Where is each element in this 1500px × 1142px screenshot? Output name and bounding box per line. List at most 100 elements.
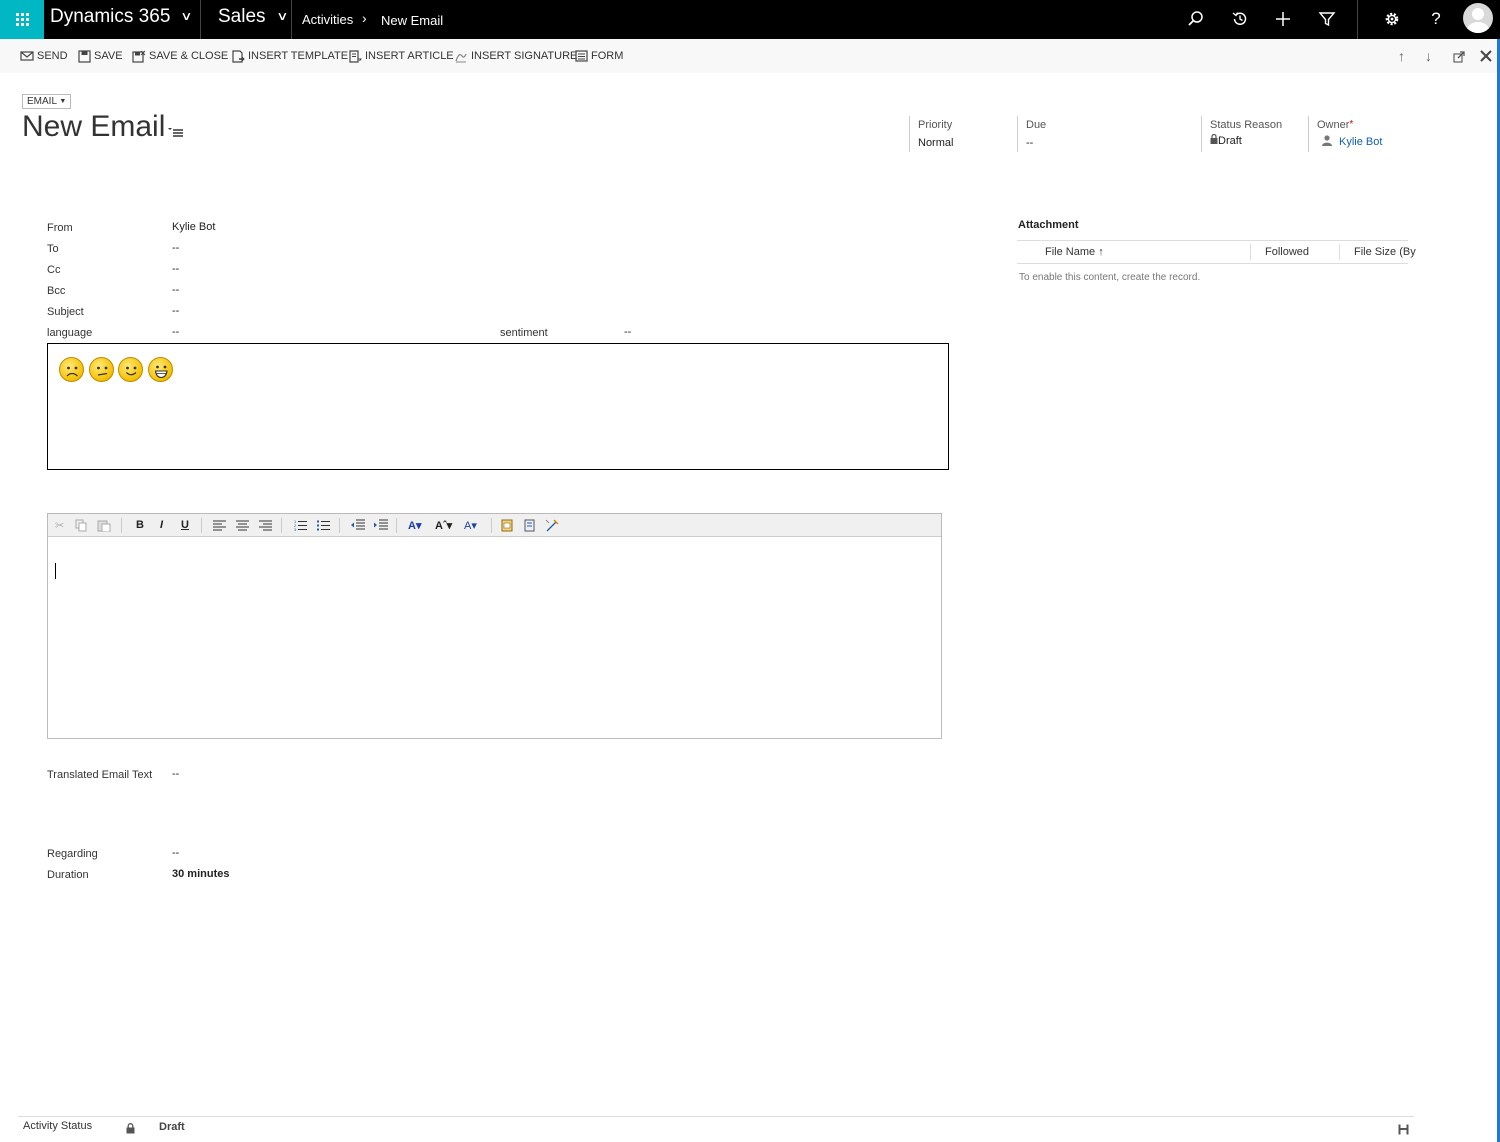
decrease-indent-icon[interactable] [351,518,365,532]
bcc-field[interactable]: -- [172,284,179,296]
form-switch-icon [168,128,183,137]
attachment-grid-header: File Name ↑ Followed File Size (By [1017,240,1416,264]
subject-field[interactable]: -- [172,305,179,317]
from-value-link[interactable]: Kylie Bot [172,221,215,233]
numbered-list-icon[interactable]: 123 [294,518,307,532]
status-reason-label: Status Reason [1210,119,1283,131]
paste-icon[interactable] [97,518,111,532]
italic-button[interactable]: I [160,518,163,532]
attachment-section-title: Attachment [1018,219,1079,231]
bcc-label: Bcc [47,285,66,297]
recent-button[interactable] [1228,7,1252,31]
form-button[interactable]: FORM [575,49,623,63]
highlight-color-icon[interactable]: A▾ [408,518,421,532]
font-color-icon[interactable]: A▾ [464,518,477,532]
entity-type-label: EMAIL [27,96,57,107]
owner-link[interactable]: Kylie Bot [1339,136,1382,148]
column-header-file-name[interactable]: File Name ↑ [1045,246,1104,258]
send-button[interactable]: SEND [20,49,68,63]
due-value: -- [1026,137,1034,149]
lock-icon [1210,133,1218,144]
column-header-followed[interactable]: Followed [1265,246,1309,258]
divider [339,518,340,533]
priority-field[interactable]: Priority Normal [909,116,1009,152]
cc-field[interactable]: -- [172,263,179,275]
priority-value: Normal [918,137,954,149]
advanced-find-button[interactable] [1315,7,1339,31]
filter-icon [1318,12,1336,27]
divider [291,0,292,39]
app-menu[interactable]: Sales ∨ [218,6,288,28]
create-button[interactable] [1271,7,1295,31]
pop-out-button[interactable] [1453,50,1468,64]
increase-indent-icon[interactable] [374,518,388,532]
save-button[interactable]: SAVE [78,49,123,63]
send-icon [20,51,34,61]
user-icon [1322,135,1332,146]
column-header-file-size[interactable]: File Size (By [1354,246,1416,258]
insert-template-button[interactable]: INSERT TEMPLATE [231,49,348,63]
save-label: SAVE [94,50,123,62]
insert-article-button[interactable]: INSERT ARTICLE [348,49,454,63]
settings-button[interactable] [1380,7,1404,31]
duration-field[interactable]: 30 minutes [172,868,229,880]
to-field[interactable]: -- [172,242,179,254]
chevron-right-icon: › [362,10,367,26]
form-icon [575,50,588,62]
copy-icon[interactable] [75,518,88,532]
duration-label: Duration [47,869,89,881]
regarding-field[interactable]: -- [172,847,179,859]
html-source-icon[interactable] [524,518,536,532]
required-indicator: * [1349,119,1354,130]
app-launcher-button[interactable] [0,0,44,39]
save-icon [1398,1124,1409,1135]
translated-label: Translated Email Text [47,769,153,781]
status-reason-field: Status Reason Draft [1201,116,1301,152]
owner-label-row: Owner* [1317,119,1418,131]
divider [491,518,492,533]
search-button[interactable] [1184,7,1208,31]
translated-field[interactable]: -- [172,768,179,780]
font-size-icon[interactable]: Aˆ▾ [435,518,452,532]
language-field[interactable]: -- [172,326,179,338]
divider [1339,244,1340,260]
footer-save-button[interactable] [1398,1122,1409,1140]
brand-menu[interactable]: Dynamics 365 ∨ [50,6,193,28]
insert-signature-icon [455,53,467,62]
align-center-icon[interactable] [236,518,249,532]
form-selector-button[interactable] [168,125,184,143]
next-record-arrow-icon[interactable]: ↓ [1425,48,1432,64]
activity-status-label: Activity Status [23,1120,93,1132]
page-title: New Email [22,110,166,143]
align-right-icon[interactable] [259,518,272,532]
divider [121,518,122,533]
due-field[interactable]: Due -- [1017,116,1197,152]
save-close-button[interactable]: SAVE & CLOSE [132,49,228,63]
status-footer: Activity Status Draft [18,1116,1414,1138]
owner-field[interactable]: Owner* Kylie Bot [1308,116,1418,152]
sad-face-icon [59,357,84,382]
language-label: language [47,327,93,339]
close-button[interactable] [1480,49,1495,63]
cut-icon[interactable]: ✂ [55,518,64,532]
status-reason-value: Draft [1218,135,1242,147]
bold-button[interactable]: B [136,518,144,532]
previous-record-arrow-icon[interactable]: ↑ [1398,48,1405,64]
sentiment-field[interactable]: -- [624,326,631,338]
align-left-icon[interactable] [213,518,226,532]
due-label: Due [1026,119,1047,131]
help-button[interactable]: ? [1424,7,1448,31]
user-avatar[interactable] [1463,3,1493,33]
entity-type-selector[interactable]: EMAIL ▼ [22,94,72,109]
email-body-editor[interactable]: ✂ B I U 123 A▾ Aˆ▾ A▾ [47,513,942,739]
file-name-label: File Name [1045,246,1096,258]
to-label: To [47,243,59,255]
clear-format-icon[interactable] [545,518,559,532]
insert-image-icon[interactable] [501,518,513,532]
underline-button[interactable]: U [181,518,189,532]
history-icon [1232,12,1247,25]
question-mark-icon: ? [1431,9,1441,28]
insert-signature-button[interactable]: INSERT SIGNATURE [454,49,577,63]
bulleted-list-icon[interactable] [317,518,330,532]
breadcrumb-activities[interactable]: Activities [302,12,353,27]
